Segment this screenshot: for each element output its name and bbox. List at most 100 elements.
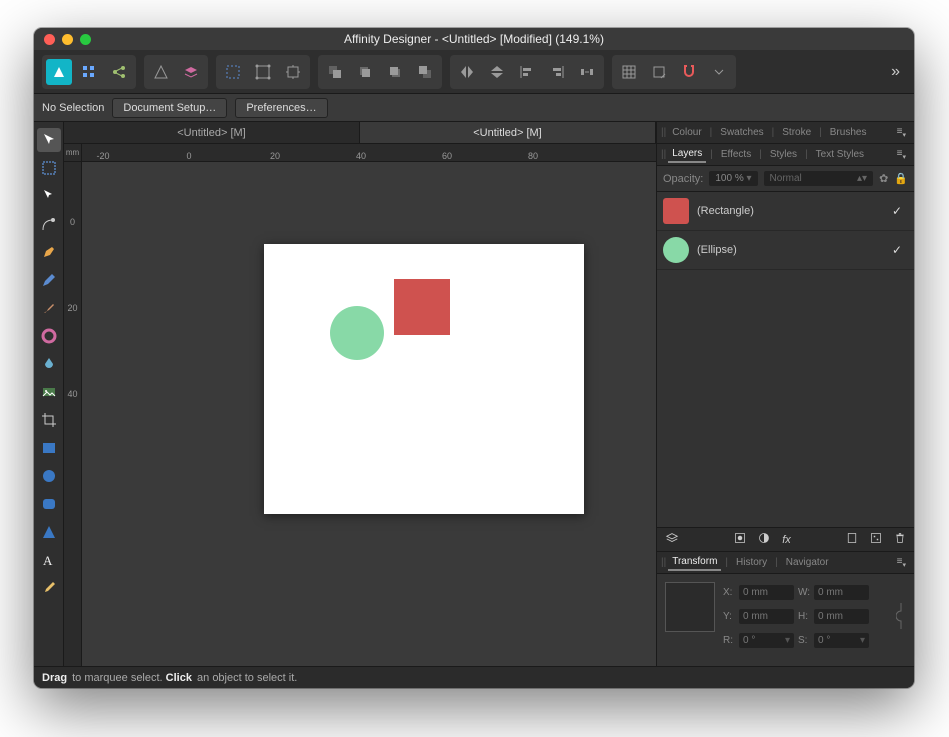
corner-tool[interactable] (37, 212, 61, 236)
spacing-icon[interactable] (574, 59, 600, 85)
pencil-tool[interactable] (37, 268, 61, 292)
align-right-icon[interactable] (544, 59, 570, 85)
boundary-icon[interactable] (250, 59, 276, 85)
gear-icon[interactable]: ✿ (879, 172, 888, 185)
grid-icon[interactable] (616, 59, 642, 85)
persona-designer-icon[interactable] (46, 59, 72, 85)
layer-visibility-checkbox[interactable]: ✓ (886, 204, 908, 218)
tab-navigator[interactable]: Navigator (782, 555, 833, 570)
artboard[interactable] (264, 244, 584, 514)
minimize-window-button[interactable] (62, 34, 73, 45)
triangle-tool[interactable] (37, 520, 61, 544)
layer-row-rectangle[interactable]: (Rectangle) ✓ (657, 192, 914, 231)
ellipse-tool[interactable] (37, 464, 61, 488)
tab-history[interactable]: History (732, 555, 771, 570)
layer-visibility-checkbox[interactable]: ✓ (886, 243, 908, 257)
zoom-window-button[interactable] (80, 34, 91, 45)
flip-v-icon[interactable] (484, 59, 510, 85)
arrange-front-icon[interactable] (412, 59, 438, 85)
insert-target-icon[interactable] (148, 59, 174, 85)
blend-mode-select[interactable]: Normal▴▾ (764, 171, 874, 186)
node-tool[interactable] (37, 184, 61, 208)
transform-h-input[interactable]: 0 mm (814, 609, 869, 624)
traffic-lights (44, 34, 91, 45)
text-tool[interactable]: A (37, 548, 61, 572)
persona-export-icon[interactable] (106, 59, 132, 85)
layer-row-ellipse[interactable]: (Ellipse) ✓ (657, 231, 914, 270)
transform-box-icon[interactable] (280, 59, 306, 85)
arrange-back-icon[interactable] (322, 59, 348, 85)
status-click-word: Click (166, 672, 192, 684)
tab-swatches[interactable]: Swatches (716, 125, 767, 140)
add-pixel-layer-icon[interactable] (868, 532, 884, 547)
tab-stroke[interactable]: Stroke (778, 125, 815, 140)
tab-brushes[interactable]: Brushes (826, 125, 871, 140)
dashed-select-icon[interactable] (220, 59, 246, 85)
arrange-backward-icon[interactable] (352, 59, 378, 85)
document-setup-button[interactable]: Document Setup… (112, 98, 227, 118)
document-tabs: <Untitled> [M] <Untitled> [M] (64, 122, 656, 144)
document-tab-1[interactable]: <Untitled> [M] (360, 122, 656, 143)
transform-r-input[interactable]: 0 °▾ (739, 633, 794, 648)
add-layer-icon[interactable] (844, 532, 860, 547)
transparency-tool[interactable] (37, 352, 61, 376)
panel-menu-icon[interactable]: ≡▾ (893, 556, 910, 569)
window-title: Affinity Designer - <Untitled> [Modified… (34, 32, 914, 46)
toolbar-overflow-button[interactable]: » (885, 63, 906, 81)
transform-x-input[interactable]: 0 mm (739, 585, 794, 600)
ruler-v-tick: 20 (64, 303, 81, 389)
rectangle-tool[interactable] (37, 436, 61, 460)
preferences-button[interactable]: Preferences… (235, 98, 327, 118)
transform-anchor-widget[interactable] (665, 582, 715, 632)
align-left-icon[interactable] (514, 59, 540, 85)
fx-icon[interactable]: fx (780, 534, 793, 546)
crop-tool[interactable] (37, 408, 61, 432)
arrange-forward-icon[interactable] (382, 59, 408, 85)
layers-panel-tabs: || Layers| Effects| Styles| Text Styles … (657, 144, 914, 166)
rounded-rect-tool[interactable] (37, 492, 61, 516)
tab-styles[interactable]: Styles (766, 147, 801, 162)
svg-text:A: A (43, 553, 53, 568)
layers-stack-icon[interactable] (663, 531, 681, 548)
persona-pixel-icon[interactable] (76, 59, 102, 85)
opacity-value[interactable]: 100 % ▾ (709, 171, 757, 186)
canvas[interactable]: mm -20 0 20 40 60 80 0 20 40 (64, 144, 656, 666)
transform-w-input[interactable]: 0 mm (814, 585, 869, 600)
lock-icon[interactable]: 🔒 (894, 172, 908, 185)
brush-tool[interactable] (37, 296, 61, 320)
transform-panel: || Transform| History| Navigator ≡▾ X:0 … (657, 551, 914, 666)
pen-tool[interactable] (37, 240, 61, 264)
tab-text-styles[interactable]: Text Styles (812, 147, 868, 162)
tab-transform[interactable]: Transform (668, 554, 721, 571)
colour-panel-tabs: || Colour| Swatches| Stroke| Brushes ≡▾ (657, 122, 914, 144)
document-area: <Untitled> [M] <Untitled> [M] mm -20 0 2… (64, 122, 656, 666)
fill-tool[interactable] (37, 324, 61, 348)
eyedropper-tool[interactable] (37, 576, 61, 600)
transform-s-input[interactable]: 0 °▾ (814, 633, 869, 648)
panel-menu-icon[interactable]: ≡▾ (893, 126, 910, 139)
snapping-dropdown-icon[interactable] (706, 59, 732, 85)
rectangle-shape[interactable] (394, 279, 450, 335)
tab-effects[interactable]: Effects (717, 147, 755, 162)
layer-name: (Ellipse) (697, 244, 737, 256)
snapping-magnet-icon[interactable] (676, 59, 702, 85)
tab-colour[interactable]: Colour (668, 125, 705, 140)
ellipse-shape[interactable] (330, 306, 384, 360)
document-tab-0[interactable]: <Untitled> [M] (64, 122, 360, 143)
artboard-tool[interactable] (37, 156, 61, 180)
move-tool[interactable] (37, 128, 61, 152)
ruler-h-tick: -20 (64, 151, 146, 161)
tab-layers[interactable]: Layers (668, 146, 706, 163)
place-image-tool[interactable] (37, 380, 61, 404)
layers-stack-icon[interactable] (178, 59, 204, 85)
snap-target-icon[interactable] (646, 59, 672, 85)
adjustment-icon[interactable] (756, 532, 772, 547)
flip-h-icon[interactable] (454, 59, 480, 85)
transform-y-input[interactable]: 0 mm (739, 609, 794, 624)
status-drag-word: Drag (42, 672, 67, 684)
panel-menu-icon[interactable]: ≡▾ (893, 148, 910, 161)
mask-icon[interactable] (732, 532, 748, 547)
close-window-button[interactable] (44, 34, 55, 45)
delete-layer-icon[interactable] (892, 532, 908, 547)
link-dimensions-icon[interactable] (896, 582, 906, 650)
